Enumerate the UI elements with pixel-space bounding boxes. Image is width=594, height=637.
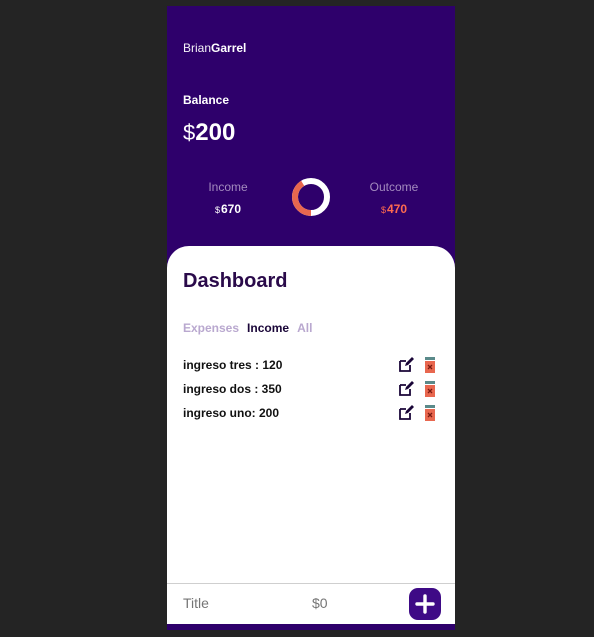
user-name: BrianGarrel bbox=[183, 41, 246, 55]
list-item-actions bbox=[397, 404, 439, 422]
filter-tabs: Expenses Income All bbox=[183, 321, 312, 335]
list-item-text: ingreso uno: 200 bbox=[183, 406, 280, 420]
tab-expenses[interactable]: Expenses bbox=[183, 321, 239, 335]
list-item-text: ingreso dos : 350 bbox=[183, 382, 282, 396]
dashboard-title: Dashboard bbox=[183, 270, 288, 292]
plus-icon bbox=[415, 594, 435, 614]
income-label: Income bbox=[208, 180, 248, 194]
dashboard-card: Dashboard Expenses Income All ingreso tr… bbox=[167, 246, 455, 623]
amount-input[interactable] bbox=[312, 595, 372, 611]
income-currency: $ bbox=[214, 205, 220, 215]
income-amount: $670 bbox=[183, 202, 273, 216]
outcome-label: Outcome bbox=[369, 180, 419, 194]
outcome-summary: Outcome $470 bbox=[349, 180, 439, 216]
add-transaction-bar bbox=[167, 583, 455, 624]
user-first-name: Brian bbox=[183, 41, 212, 55]
edit-icon[interactable] bbox=[397, 404, 415, 422]
balance-value: 200 bbox=[195, 119, 236, 146]
title-input[interactable] bbox=[183, 595, 293, 611]
tab-income[interactable]: Income bbox=[247, 321, 289, 335]
app-screen: BrianGarrel Balance $200 Income $670 Out… bbox=[167, 6, 455, 630]
tab-all[interactable]: All bbox=[297, 321, 312, 335]
outcome-currency: $ bbox=[380, 205, 386, 215]
list-item-text: ingreso tres : 120 bbox=[183, 358, 283, 372]
balance-donut-chart bbox=[292, 178, 330, 216]
edit-icon[interactable] bbox=[397, 380, 415, 398]
add-button[interactable] bbox=[409, 588, 441, 620]
income-summary: Income $670 bbox=[183, 180, 273, 216]
transaction-list: ingreso tres : 120 ingreso dos : 350 ing… bbox=[183, 353, 439, 425]
edit-icon[interactable] bbox=[397, 356, 415, 374]
trash-icon[interactable] bbox=[421, 356, 439, 374]
trash-icon[interactable] bbox=[421, 404, 439, 422]
balance-currency: $ bbox=[183, 120, 196, 145]
income-value: 670 bbox=[220, 202, 242, 216]
trash-icon[interactable] bbox=[421, 380, 439, 398]
balance-amount: $200 bbox=[183, 119, 235, 147]
outcome-amount: $470 bbox=[349, 202, 439, 216]
list-item: ingreso tres : 120 bbox=[183, 353, 439, 377]
balance-label: Balance bbox=[183, 93, 230, 107]
list-item: ingreso dos : 350 bbox=[183, 377, 439, 401]
user-last-name: Garrel bbox=[211, 41, 247, 55]
list-item-actions bbox=[397, 356, 439, 374]
list-item-actions bbox=[397, 380, 439, 398]
list-item: ingreso uno: 200 bbox=[183, 401, 439, 425]
outcome-value: 470 bbox=[386, 202, 408, 216]
